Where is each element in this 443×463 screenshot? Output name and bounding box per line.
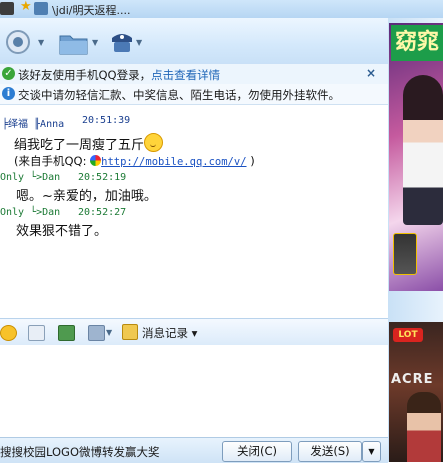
ad-character-image: [407, 392, 441, 462]
magic-expression-icon[interactable]: [28, 325, 45, 341]
image-icon[interactable]: [58, 325, 75, 341]
notice-text: 该好友使用手机QQ登录，: [18, 68, 152, 82]
message-time: 20:52:19: [78, 172, 127, 183]
bottom-bar: 搜搜校园LOGO微博转发赢大奖 关闭(C) 发送(S) ▼: [0, 437, 388, 463]
message-sender: Only └>Dan: [0, 172, 61, 183]
message-sender: Only └>Dan: [0, 207, 61, 218]
message-source-line: (来自手机QQ: http://mobile.qq.com/v/ ): [14, 154, 255, 168]
promo-link[interactable]: 搜搜校园LOGO微博转发赢大奖: [0, 444, 160, 460]
notice-details-link[interactable]: 点击查看详情: [151, 68, 220, 82]
message-history-button[interactable]: 消息记录 ▾: [122, 324, 197, 341]
screenshot-icon[interactable]: [88, 325, 105, 341]
message-sender: ╞绎福 ╟Anna: [2, 119, 65, 130]
security-notice-text: 交谈中请勿轻信汇款、中奖信息、陌生电话，勿使用外挂软件。: [18, 88, 340, 102]
ad-text: ACRE: [391, 372, 434, 387]
remote-dropdown-icon[interactable]: ▼: [136, 38, 142, 47]
video-dropdown-icon[interactable]: ▼: [38, 38, 44, 47]
message-text: 绢我吃了一周瘦了五斤: [14, 133, 164, 153]
star-icon: ★: [20, 0, 32, 14]
remote-assist-icon[interactable]: [108, 28, 136, 56]
app-icon: [0, 2, 14, 15]
send-button[interactable]: 发送(S): [298, 441, 362, 462]
video-call-icon[interactable]: [4, 28, 34, 56]
contact-avatar-icon: [34, 2, 48, 15]
bottom-ad-banner[interactable]: LOT ACRE: [389, 322, 443, 462]
message-history[interactable]: ╞绎福 ╟Anna 20:51:39 绢我吃了一周瘦了五斤 (来自手机QQ: h…: [0, 105, 388, 315]
folder-dropdown-icon[interactable]: ▼: [92, 38, 98, 47]
ad-model-image: [403, 75, 443, 225]
send-options-dropdown-icon[interactable]: ▼: [362, 441, 381, 462]
message-input[interactable]: [0, 345, 388, 437]
mobile-qq-link[interactable]: http://mobile.qq.com/v/: [101, 156, 246, 168]
check-circle-icon: ✓: [2, 67, 15, 80]
ad-phone-icon: [393, 233, 417, 275]
ad-badge: LOT: [393, 328, 423, 342]
screenshot-dropdown-icon[interactable]: ▼: [106, 328, 112, 337]
message-text: 效果狠不错了。: [16, 224, 108, 239]
mobile-login-notice: ✓ 该好友使用手机QQ登录，点击查看详情 ×: [0, 64, 388, 85]
top-ad-banner[interactable]: 窈窕: [389, 23, 443, 291]
folder-transfer-icon[interactable]: [58, 28, 90, 56]
message-time: 20:52:27: [78, 207, 127, 218]
browser-icon: [90, 155, 102, 166]
security-notice: i 交谈中请勿轻信汇款、中奖信息、陌生电话，勿使用外挂软件。: [0, 84, 388, 105]
close-notice-icon[interactable]: ×: [366, 66, 376, 80]
smiley-icon: [144, 133, 164, 152]
window-title: \jdi/明天返程....: [52, 4, 131, 17]
input-toolbar: ▼ 消息记录 ▾: [0, 318, 388, 346]
close-button[interactable]: 关闭(C): [222, 441, 292, 462]
ad-title: 窈窕: [391, 25, 443, 61]
message-time: 20:51:39: [82, 115, 131, 126]
title-bar: ★ \jdi/明天返程....: [0, 0, 443, 18]
chat-toolbar: ▼ ▼ ▼: [0, 18, 388, 66]
emoji-icon[interactable]: [0, 325, 17, 341]
message-text: 嗯。~亲爱的，加油哦。: [16, 189, 157, 204]
info-icon: i: [2, 87, 15, 100]
history-icon: [122, 324, 138, 340]
